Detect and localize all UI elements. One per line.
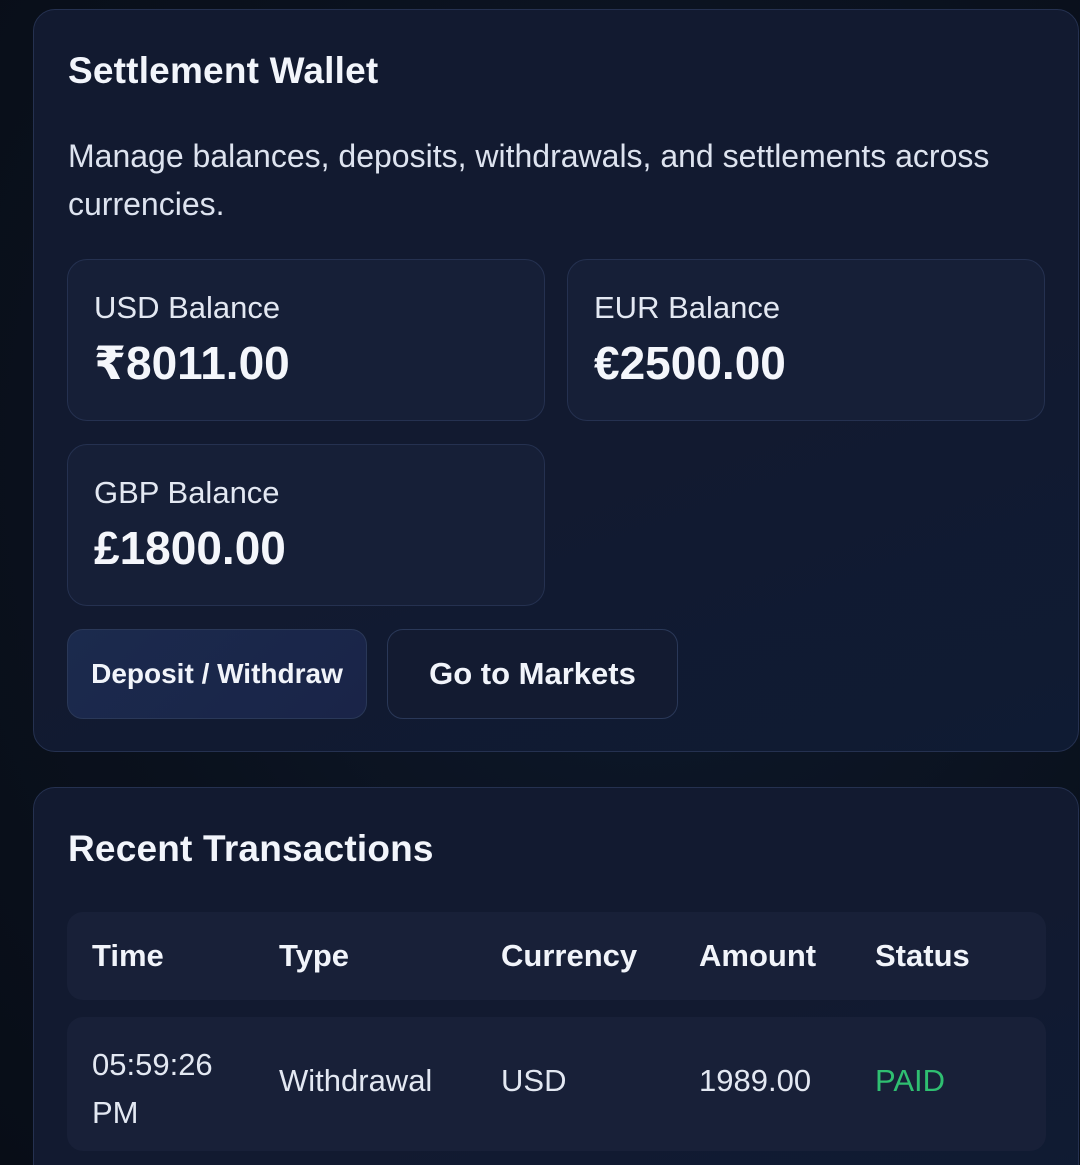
column-header-time: Time bbox=[92, 938, 164, 973]
column-header-currency: Currency bbox=[501, 938, 638, 973]
balance-label: GBP Balance bbox=[94, 475, 280, 510]
deposit-withdraw-button[interactable]: Deposit / Withdraw bbox=[67, 629, 367, 719]
balance-amount: £1800.00 bbox=[94, 522, 286, 574]
eur-balance-card: EUR Balance €2500.00 bbox=[567, 259, 1045, 421]
wallet-description: Manage balances, deposits, withdrawals, … bbox=[68, 138, 990, 222]
wallet-title: Settlement Wallet bbox=[68, 50, 379, 91]
balance-label: EUR Balance bbox=[594, 290, 781, 325]
column-header-type: Type bbox=[279, 938, 350, 973]
status-badge: PAID bbox=[875, 1063, 946, 1098]
balance-amount: €2500.00 bbox=[594, 337, 786, 389]
cell-currency: USD bbox=[501, 1063, 567, 1098]
settlement-wallet-card: Settlement Wallet Manage balances, depos… bbox=[33, 9, 1079, 752]
table-header: Time Type Currency Amount Status bbox=[67, 912, 1046, 1000]
column-header-status: Status bbox=[875, 938, 970, 973]
cell-amount: 1989.00 bbox=[699, 1063, 812, 1098]
go-to-markets-button[interactable]: Go to Markets bbox=[387, 629, 678, 719]
usd-balance-card: USD Balance ₹8011.00 bbox=[67, 259, 545, 421]
transactions-title: Recent Transactions bbox=[68, 828, 434, 869]
gbp-balance-card: GBP Balance £1800.00 bbox=[67, 444, 545, 606]
cell-type: Withdrawal bbox=[279, 1063, 433, 1098]
balance-label: USD Balance bbox=[94, 290, 281, 325]
balance-amount: ₹8011.00 bbox=[94, 337, 290, 389]
recent-transactions-card: Recent Transactions Time Type Currency A… bbox=[33, 787, 1079, 1165]
table-row: 05:59:26 PM Withdrawal USD 1989.00 PAID bbox=[67, 1017, 1046, 1151]
cell-time: 05:59:26 PM bbox=[92, 1047, 213, 1130]
column-header-amount: Amount bbox=[699, 938, 817, 973]
